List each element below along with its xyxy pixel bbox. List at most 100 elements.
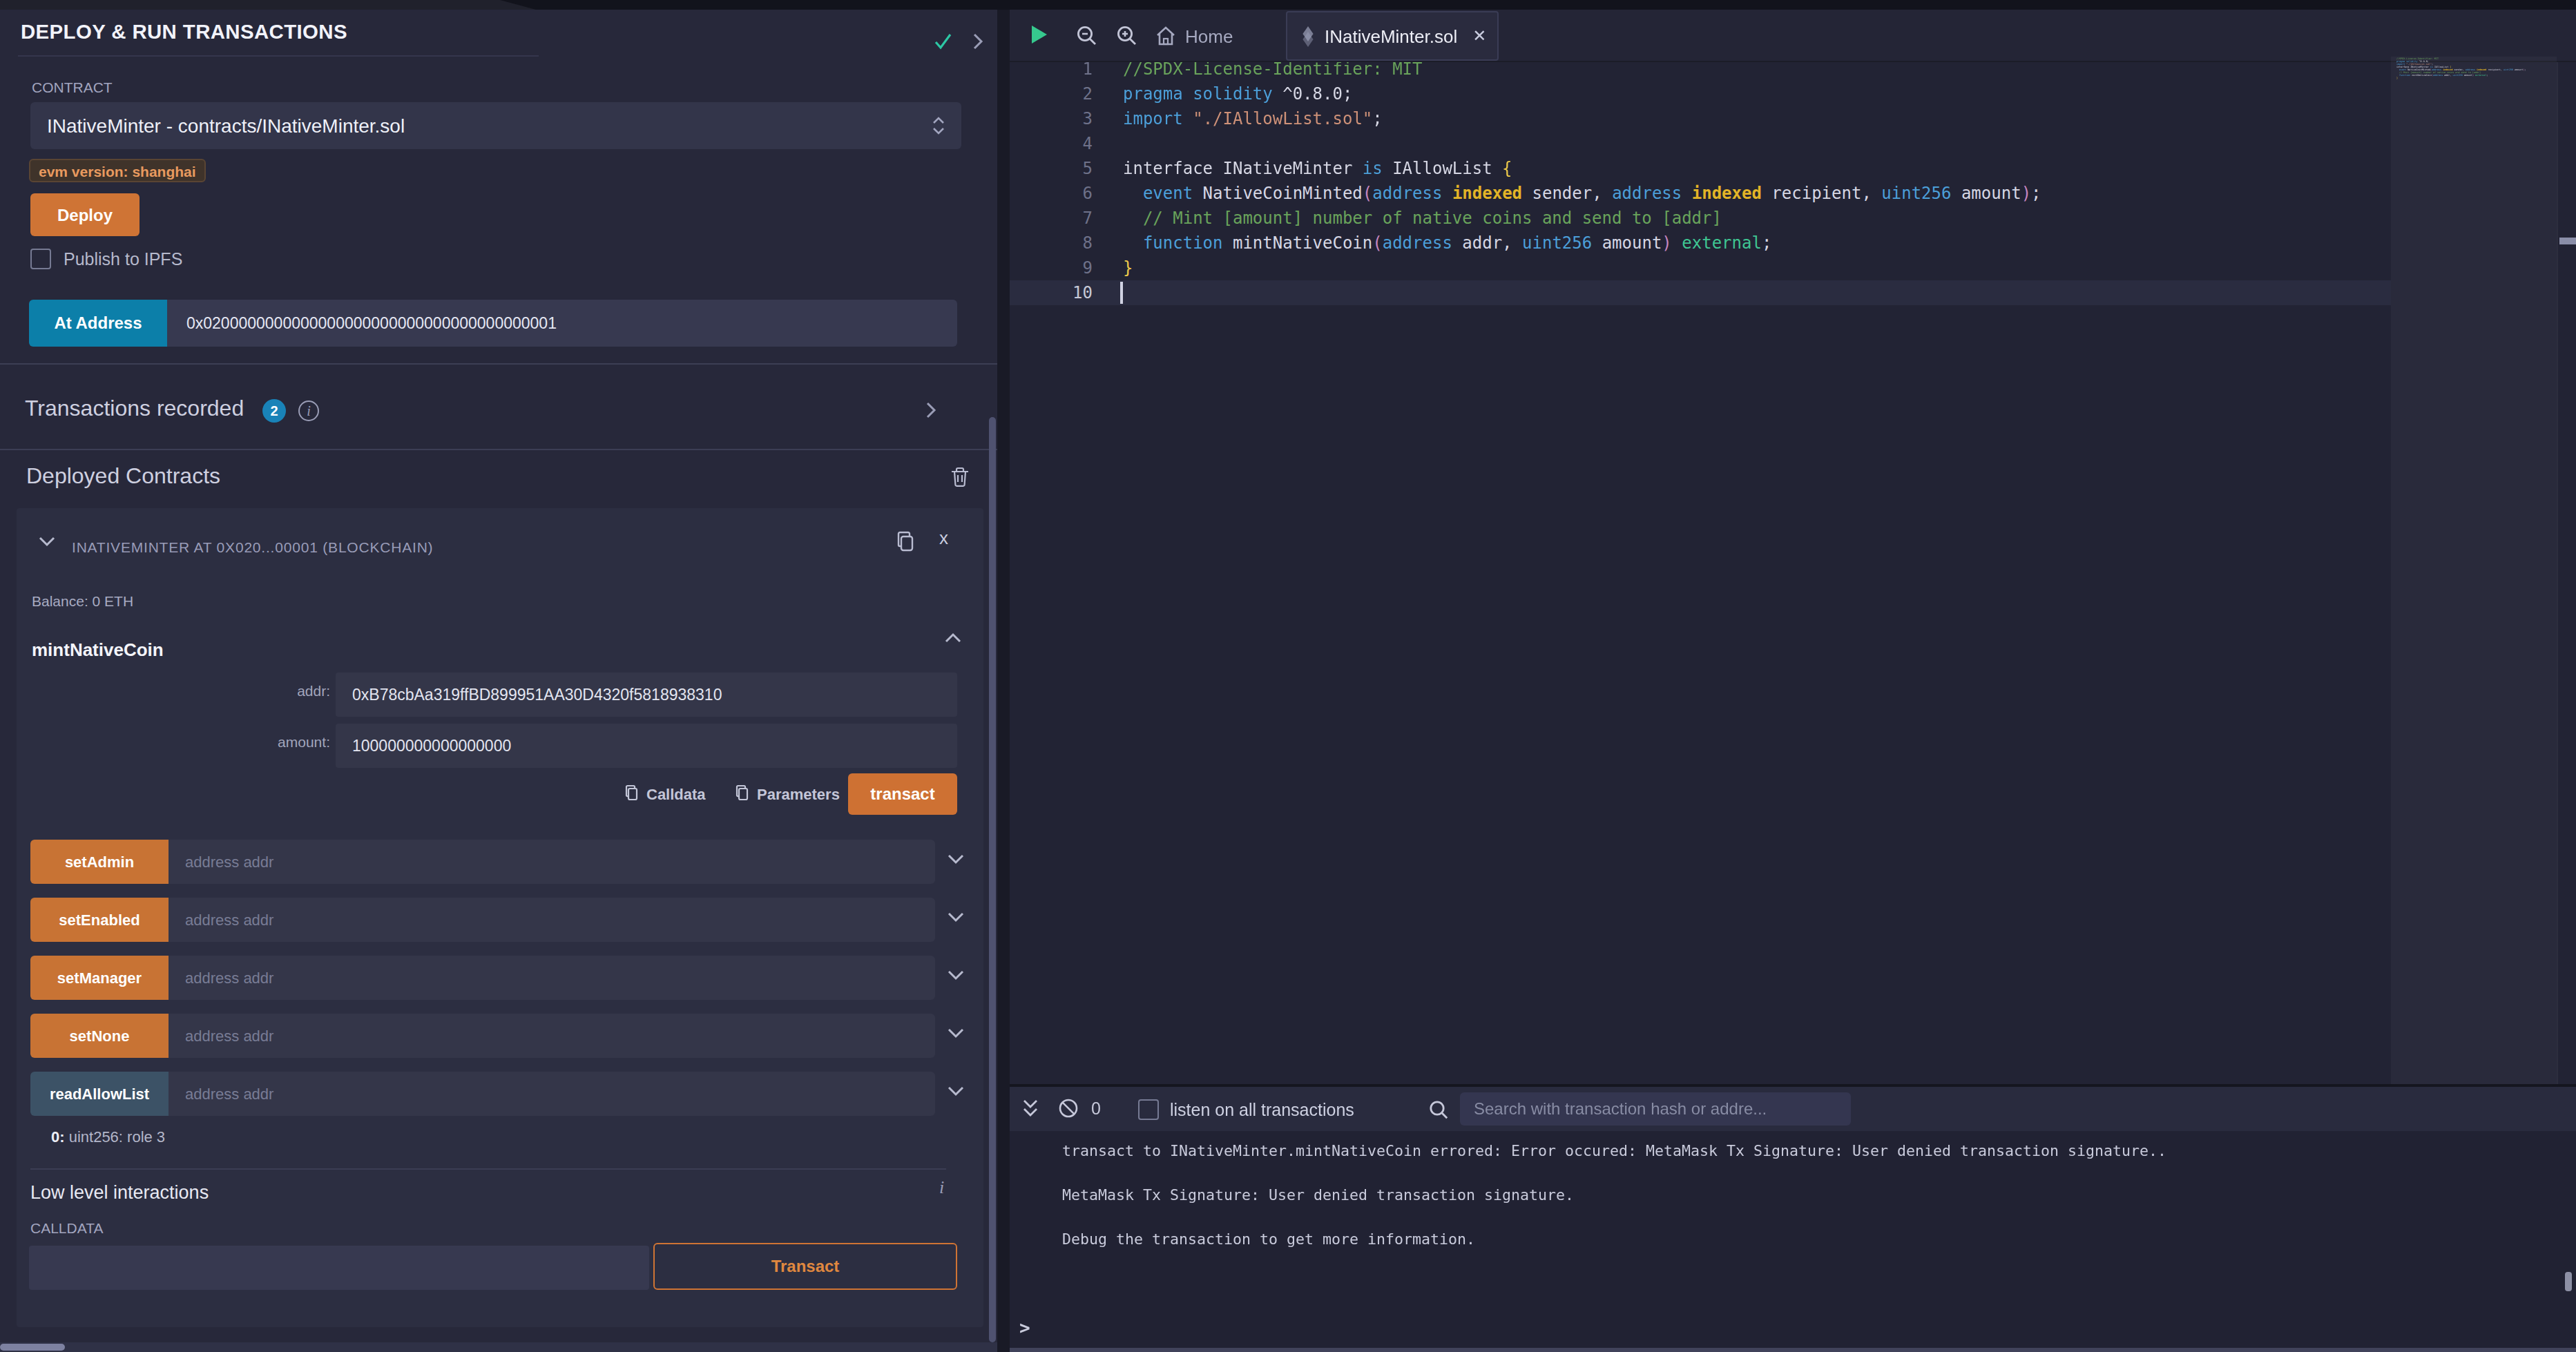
section-divider xyxy=(0,449,997,450)
panel-hscroll-thumb[interactable] xyxy=(0,1344,65,1351)
run-script-icon[interactable] xyxy=(1028,23,1050,46)
terminal-line-2: MetaMask Tx Signature: User denied trans… xyxy=(1062,1185,1574,1207)
setAdmin-button[interactable]: setAdmin xyxy=(30,840,169,884)
line-number-10: 10 xyxy=(1010,280,1093,305)
line-number-9: 9 xyxy=(1010,255,1093,280)
trash-icon[interactable] xyxy=(950,467,970,487)
low-level-title: Low level interactions xyxy=(30,1182,209,1203)
card-close-icon[interactable]: x xyxy=(939,528,948,548)
setEnabled-expand-icon[interactable] xyxy=(948,911,964,923)
addr-input[interactable] xyxy=(336,673,957,717)
title-divider xyxy=(18,55,539,57)
clear-console-icon[interactable] xyxy=(1058,1098,1079,1119)
terminal-body[interactable]: transact to INativeMinter.mintNativeCoin… xyxy=(1010,1131,2576,1352)
contract-select[interactable]: INativeMinter - contracts/INativeMinter.… xyxy=(30,102,961,149)
function-collapse-icon[interactable] xyxy=(945,632,961,644)
readAllowList-expand-icon[interactable] xyxy=(948,1085,964,1097)
panel-scrollbar[interactable] xyxy=(989,417,996,1342)
panel-title: DEPLOY & RUN TRANSACTIONS xyxy=(21,21,347,43)
zoom-in-icon[interactable] xyxy=(1116,25,1138,47)
code-line-8: function mintNativeCoin(address addr, ui… xyxy=(1123,231,1771,255)
card-collapse-icon[interactable] xyxy=(39,536,55,547)
listen-all-label: listen on all transactions xyxy=(1170,1101,1354,1120)
code-line-5: interface INativeMinter is IAllowList { xyxy=(1123,156,1512,181)
setEnabled-args-input[interactable]: address addr xyxy=(169,898,935,942)
panel-bottom-scrollbar xyxy=(0,1342,997,1352)
home-tab[interactable]: Home xyxy=(1185,26,1233,47)
readAllowList-button[interactable]: readAllowList xyxy=(30,1072,169,1116)
terminal-scrollbar-thumb[interactable] xyxy=(2565,1272,2572,1291)
field-label-addr: addr: xyxy=(17,682,330,699)
setAdmin-expand-icon[interactable] xyxy=(948,853,964,865)
parameters-action[interactable]: Parameters xyxy=(735,784,840,802)
section-divider xyxy=(0,363,997,365)
publish-ipfs-checkbox[interactable] xyxy=(30,249,51,269)
terminal-collapse-icon[interactable] xyxy=(1021,1098,1040,1119)
function-row-setEnabled: setEnabledaddress addr xyxy=(30,898,964,942)
calldata-action[interactable]: Calldata xyxy=(624,784,706,802)
code-line-1: //SPDX-License-Identifier: MIT xyxy=(1123,62,1423,81)
copy-icon[interactable] xyxy=(895,530,916,552)
function-row-setManager: setManageraddress addr xyxy=(30,956,964,1000)
code-line-7: // Mint [amount] number of native coins … xyxy=(1123,206,1722,231)
pending-tx-count: 0 xyxy=(1091,1099,1101,1119)
home-icon[interactable] xyxy=(1155,25,1177,47)
tab-close-icon[interactable]: ✕ xyxy=(1472,26,1486,46)
code-editor[interactable]: 12345678910 //SPDX-License-Identifier: M… xyxy=(1010,62,2576,1084)
editor-minimap[interactable]: //SPDX-License-Identifier: MITpragma sol… xyxy=(2391,57,2557,1084)
readAllowList-args-input[interactable]: address addr xyxy=(169,1072,935,1116)
read-result: 0: uint256: role 3 xyxy=(51,1128,165,1145)
low-level-calldata-input[interactable] xyxy=(29,1246,649,1290)
at-address-button[interactable]: At Address xyxy=(29,300,167,347)
transact-button[interactable]: transact xyxy=(848,773,957,815)
contract-select-value: INativeMinter - contracts/INativeMinter.… xyxy=(47,115,405,137)
code-line-9: } xyxy=(1123,255,1133,280)
panel-editor-divider[interactable] xyxy=(997,10,1010,1352)
terminal-search-input[interactable] xyxy=(1460,1092,1851,1126)
deployed-contract-card: INATIVEMINTER AT 0X020...00001 (BLOCKCHA… xyxy=(17,508,983,1327)
function-row-readAllowList: readAllowListaddress addr xyxy=(30,1072,964,1116)
at-address-group: At Address xyxy=(29,300,957,347)
line-number-5: 5 xyxy=(1010,156,1093,181)
setManager-button[interactable]: setManager xyxy=(30,956,169,1000)
line-number-8: 8 xyxy=(1010,231,1093,255)
balance-label: Balance: 0 ETH xyxy=(32,592,133,609)
setManager-expand-icon[interactable] xyxy=(948,969,964,981)
setNone-expand-icon[interactable] xyxy=(948,1027,964,1039)
code-line-3: import "./IAllowList.sol"; xyxy=(1123,106,1383,131)
setAdmin-args-input[interactable]: address addr xyxy=(169,840,935,884)
active-file-tab[interactable]: INativeMinter.sol ✕ xyxy=(1286,11,1499,61)
calldata-action-label: Calldata xyxy=(646,785,706,802)
code-line-2: pragma solidity ^0.8.0; xyxy=(1123,81,1352,106)
terminal-line-1: transact to INativeMinter.mintNativeCoin… xyxy=(1062,1141,2166,1163)
overview-cursor-marker xyxy=(2559,238,2576,244)
search-icon xyxy=(1428,1099,1449,1120)
line-number-2: 2 xyxy=(1010,81,1093,106)
current-line-highlight xyxy=(1010,280,2391,305)
parameters-action-label: Parameters xyxy=(757,785,840,802)
setManager-args-input[interactable]: address addr xyxy=(169,956,935,1000)
transactions-expand-icon[interactable] xyxy=(925,402,936,418)
terminal-prompt: > xyxy=(1019,1317,1030,1338)
contract-instance-title[interactable]: INATIVEMINTER AT 0X020...00001 (BLOCKCHA… xyxy=(72,539,433,555)
listen-all-checkbox[interactable] xyxy=(1138,1099,1159,1120)
transactions-recorded-label: Transactions recorded xyxy=(25,396,244,421)
panel-chevron-right-icon[interactable] xyxy=(972,33,983,50)
setNone-button[interactable]: setNone xyxy=(30,1014,169,1058)
setNone-args-input[interactable]: address addr xyxy=(169,1014,935,1058)
low-level-transact-button[interactable]: Transact xyxy=(653,1243,957,1290)
calldata-label: CALLDATA xyxy=(30,1219,103,1236)
setEnabled-button[interactable]: setEnabled xyxy=(30,898,169,942)
at-address-input[interactable] xyxy=(167,300,957,347)
deploy-button[interactable]: Deploy xyxy=(30,193,140,236)
line-number-1: 1 xyxy=(1010,62,1093,81)
browser-top-strip xyxy=(0,0,2576,10)
transactions-info-icon[interactable]: i xyxy=(298,400,319,421)
terminal-line-3: Debug the transaction to get more inform… xyxy=(1062,1229,1475,1251)
zoom-out-icon[interactable] xyxy=(1076,25,1098,47)
amount-input[interactable] xyxy=(336,724,957,768)
card-divider xyxy=(30,1168,946,1170)
open-function-name: mintNativeCoin xyxy=(32,639,164,660)
low-level-info-icon: i xyxy=(939,1177,944,1199)
contract-label: CONTRACT xyxy=(32,79,113,95)
